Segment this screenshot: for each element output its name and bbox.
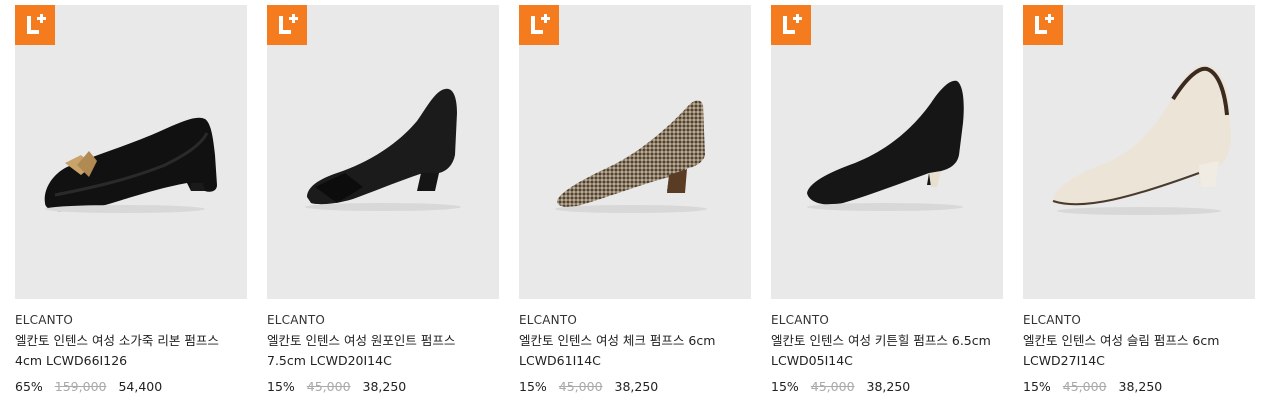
l-plus-badge [519,5,559,45]
product-image[interactable] [771,5,1003,299]
l-plus-icon [783,14,802,34]
l-plus-badge [267,5,307,45]
l-plus-badge [15,5,55,45]
price-row: 65% 159,000 54,400 [15,379,162,394]
l-plus-badge [1023,5,1063,45]
original-price: 45,000 [810,379,855,394]
sale-price: 38,250 [866,379,911,394]
product-name[interactable]: 엘칸토 인텐스 여성 체크 펌프스 6cm LCWD61I14C [519,331,741,371]
original-price: 45,000 [558,379,603,394]
product-card[interactable]: ELCANTO 엘칸토 인텐스 여성 체크 펌프스 6cm LCWD61I14C… [519,5,751,405]
discount-rate: 65% [15,379,43,394]
l-plus-icon [279,14,298,34]
product-card[interactable]: ELCANTO 엘칸토 인텐스 여성 키튼힐 펌프스 6.5cm LCWD05I… [771,5,1003,405]
discount-rate: 15% [519,379,547,394]
product-brand: ELCANTO [1023,313,1082,327]
shoe-slim-pump-image [1052,65,1231,215]
product-image[interactable] [519,5,751,299]
product-grid: ELCANTO 엘칸토 인텐스 여성 소가죽 리본 펌프스 4cm LCWD66… [0,0,1262,414]
product-card[interactable]: ELCANTO 엘칸토 인텐스 여성 슬림 펌프스 6cm LCWD27I14C… [1023,5,1255,405]
sale-price: 54,400 [118,379,163,394]
l-plus-icon [531,14,550,34]
discount-rate: 15% [771,379,799,394]
product-image[interactable] [15,5,247,299]
product-name[interactable]: 엘칸토 인텐스 여성 슬림 펌프스 6cm LCWD27I14C [1023,331,1245,371]
price-row: 15% 45,000 38,250 [519,379,658,394]
product-brand: ELCANTO [519,313,578,327]
discount-rate: 15% [267,379,295,394]
original-price: 45,000 [306,379,351,394]
sale-price: 38,250 [362,379,407,394]
price-row: 15% 45,000 38,250 [267,379,406,394]
product-image[interactable] [1023,5,1255,299]
product-brand: ELCANTO [15,313,74,327]
product-image[interactable] [267,5,499,299]
original-price: 45,000 [1062,379,1107,394]
sale-price: 38,250 [614,379,659,394]
product-card[interactable]: ELCANTO 엘칸토 인텐스 여성 원포인트 펌프스 7.5cm LCWD20… [267,5,499,405]
product-name[interactable]: 엘칸토 인텐스 여성 원포인트 펌프스 7.5cm LCWD20I14C [267,331,489,371]
shoe-black-pump-image [305,88,461,211]
original-price: 159,000 [54,379,107,394]
l-plus-icon [27,14,46,34]
price-row: 15% 45,000 38,250 [771,379,910,394]
shoe-ribbon-pump-image [44,117,217,213]
price-row: 15% 45,000 38,250 [1023,379,1162,394]
product-card[interactable]: ELCANTO 엘칸토 인텐스 여성 소가죽 리본 펌프스 4cm LCWD66… [15,5,247,405]
shoe-check-pump-image [555,100,707,213]
product-name[interactable]: 엘칸토 인텐스 여성 소가죽 리본 펌프스 4cm LCWD66I126 [15,331,237,371]
product-brand: ELCANTO [771,313,830,327]
l-plus-icon [1035,14,1054,34]
discount-rate: 15% [1023,379,1051,394]
product-name[interactable]: 엘칸토 인텐스 여성 키튼힐 펌프스 6.5cm LCWD05I14C [771,331,993,371]
sale-price: 38,250 [1118,379,1163,394]
shoe-kitten-heel-pump-image [807,80,964,211]
l-plus-badge [771,5,811,45]
product-brand: ELCANTO [267,313,326,327]
